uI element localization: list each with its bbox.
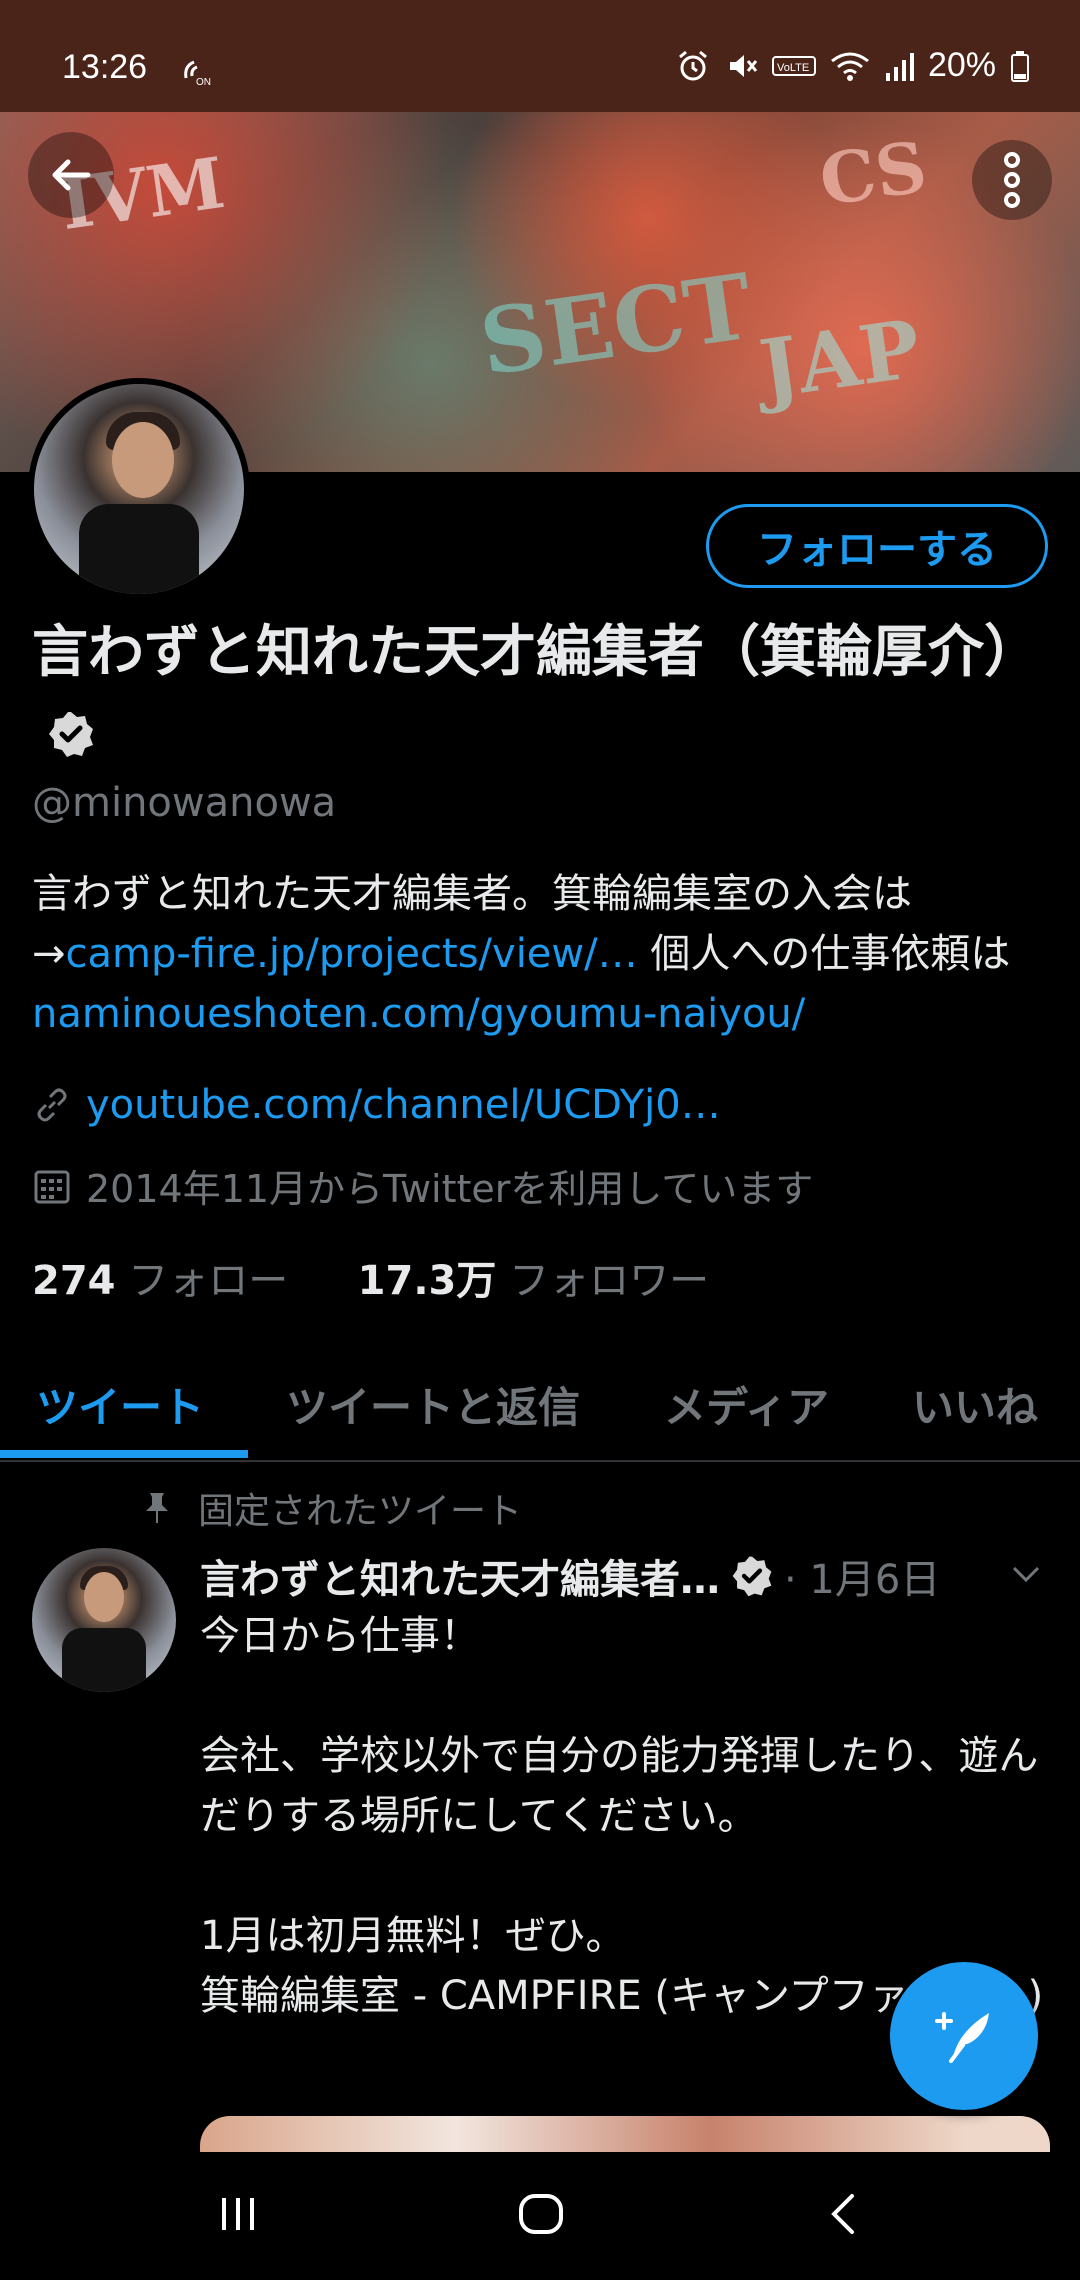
calendar-icon bbox=[34, 1170, 70, 1203]
profile-joined-row: 2014年11月からTwitterを利用しています bbox=[32, 1158, 813, 1213]
link-icon bbox=[37, 1088, 67, 1122]
tweet-header: 言わずと知れた天才編集者… · 1月6日 bbox=[200, 1546, 1050, 1606]
profile-avatar[interactable] bbox=[28, 378, 250, 600]
followers-label: フォロワー bbox=[509, 1258, 710, 1304]
verified-badge-icon bbox=[49, 712, 93, 757]
battery-percent: 20% bbox=[927, 46, 996, 84]
tab-likes[interactable]: いいね bbox=[912, 1374, 1038, 1435]
following-link[interactable]: 274 フォロー bbox=[32, 1258, 288, 1304]
mute-icon bbox=[729, 54, 758, 77]
profile-website-link[interactable]: youtube.com/channel/UCDYj0… bbox=[86, 1082, 721, 1128]
back-nav-icon[interactable] bbox=[826, 2192, 860, 2236]
tab-tweets-and-replies[interactable]: ツイートと返信 bbox=[286, 1374, 580, 1435]
compose-tweet-button[interactable] bbox=[890, 1962, 1038, 2110]
tab-tweets[interactable]: ツイート bbox=[36, 1374, 204, 1435]
follow-button[interactable]: フォローする bbox=[706, 504, 1048, 588]
back-button[interactable] bbox=[28, 132, 114, 218]
tweet-body: 今日から仕事！ 会社、学校以外で自分の能力発揮したり、遊んだりする場所にしてくだ… bbox=[200, 1613, 1044, 2019]
following-label: フォロー bbox=[128, 1258, 289, 1304]
arrow-left-icon bbox=[52, 159, 91, 191]
profile-stats: 274 フォロー 17.3万 フォロワー bbox=[32, 1248, 709, 1306]
profile-tabs: ツイート ツイートと返信 メディア いいね bbox=[0, 1354, 1080, 1462]
tweet-date[interactable]: · 1月6日 bbox=[784, 1547, 940, 1605]
battery-icon bbox=[1011, 50, 1029, 82]
pinned-tweet-label: 固定されたツイート bbox=[142, 1482, 522, 1534]
following-count: 274 bbox=[32, 1258, 116, 1304]
svg-text:ON: ON bbox=[196, 77, 211, 88]
bio-link-naminoue[interactable]: naminoueshoten.com/gyoumu-naiyou/ bbox=[32, 991, 805, 1037]
tab-media[interactable]: メディア bbox=[664, 1374, 829, 1435]
signal-icon bbox=[885, 52, 914, 81]
volte-icon: VoLTE bbox=[771, 55, 816, 76]
wifi-icon bbox=[831, 52, 869, 81]
home-icon[interactable] bbox=[516, 2192, 566, 2236]
status-time: 13:26 bbox=[62, 48, 148, 86]
pinned-label-text: 固定されたツイート bbox=[198, 1491, 523, 1532]
profile-bio: 言わずと知れた天才編集者。箕輪編集室の入会は→camp-fire.jp/proj… bbox=[32, 864, 1052, 1044]
profile-website-row: youtube.com/channel/UCDYj0… bbox=[32, 1082, 721, 1128]
chevron-down-icon[interactable] bbox=[1010, 1562, 1042, 1586]
profile-name: 言わずと知れた天才編集者（箕輪厚介） bbox=[32, 612, 1052, 776]
more-options-button[interactable] bbox=[972, 140, 1052, 220]
recent-apps-icon[interactable] bbox=[216, 2192, 260, 2236]
system-nav-bar bbox=[0, 2152, 1080, 2280]
status-icons: VoLTE 20% bbox=[676, 46, 1030, 85]
wifi-calling-icon: ON bbox=[184, 60, 211, 88]
pin-icon bbox=[146, 1493, 168, 1523]
followers-link[interactable]: 17.3万 フォロワー bbox=[358, 1258, 709, 1304]
bio-text-2: 個人への仕事依頼は bbox=[637, 931, 1011, 977]
status-bar: 13:26 ON VoLTE 20% bbox=[0, 0, 1080, 112]
compose-tweet-icon bbox=[935, 2012, 989, 2063]
profile-joined-text: 2014年11月からTwitterを利用しています bbox=[86, 1167, 814, 1211]
bio-link-campfire[interactable]: camp-fire.jp/projects/view/… bbox=[66, 931, 638, 977]
followers-count: 17.3万 bbox=[357, 1258, 497, 1304]
more-vertical-icon bbox=[1004, 152, 1020, 208]
profile-handle: @minowanowa bbox=[32, 780, 337, 826]
svg-text:VoLTE: VoLTE bbox=[777, 62, 809, 74]
tweet-author-name[interactable]: 言わずと知れた天才編集者… bbox=[200, 1547, 720, 1605]
alarm-icon bbox=[678, 50, 707, 80]
tweet-author-avatar[interactable] bbox=[32, 1548, 176, 1692]
active-tab-indicator bbox=[0, 1450, 248, 1458]
profile-name-text: 言わずと知れた天才編集者（箕輪厚介） bbox=[32, 620, 1040, 685]
verified-badge-icon bbox=[732, 1556, 772, 1597]
